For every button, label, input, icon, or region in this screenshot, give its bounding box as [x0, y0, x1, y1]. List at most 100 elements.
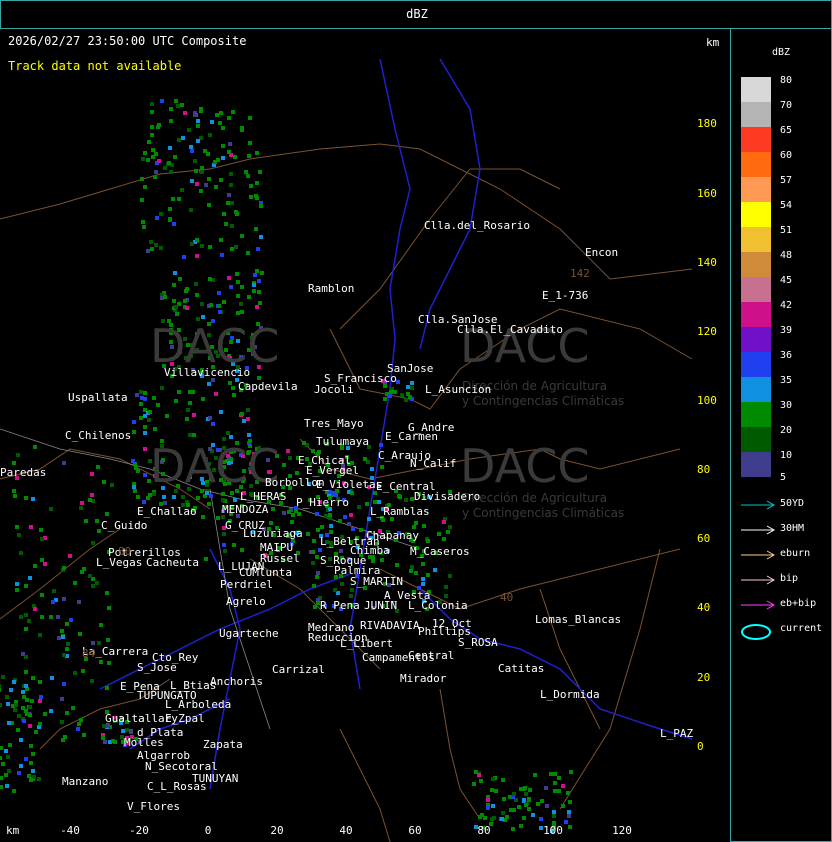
place-label: S_Jose	[137, 661, 177, 674]
place-label: L_Dormida	[540, 688, 600, 701]
place-label: Ramblon	[308, 282, 355, 295]
place-label: Anchoris	[210, 675, 263, 688]
legend-level-label: 35	[780, 375, 793, 386]
watermark-subtitle: Dirección de Agricultura	[462, 491, 607, 505]
watermark-subtitle: y Contingencias Climáticas	[462, 506, 625, 520]
watermark-logo: DACC	[460, 439, 590, 493]
track-arrow-icon	[741, 575, 776, 585]
place-label: Divisadero	[414, 490, 481, 503]
place-label: RIVADAVIA	[360, 619, 420, 632]
legend-swatch	[741, 252, 771, 277]
legend-level-label: 51	[780, 225, 793, 236]
y-tick-label: 60	[697, 532, 711, 545]
place-label: L_HERAS	[240, 490, 287, 503]
place-label: Mirador	[400, 672, 447, 685]
current-ellipse-icon	[741, 624, 771, 640]
legend-swatch	[741, 377, 771, 402]
legend-swatch	[741, 427, 771, 452]
legend-level-label: 42	[780, 300, 793, 311]
place-label: Catitas	[498, 662, 545, 675]
place-label: Tulumaya	[316, 435, 369, 448]
place-label: Encon	[585, 246, 619, 259]
place-label: 142	[570, 267, 590, 280]
legend-track-label: 50YD	[780, 498, 805, 509]
x-tick-label: -20	[129, 824, 149, 837]
y-tick-label: 80	[697, 463, 711, 476]
place-label: Jocoli	[314, 383, 354, 396]
place-label: Russel	[260, 552, 300, 565]
legend-swatch	[741, 152, 771, 177]
legend-swatch	[741, 277, 771, 302]
place-label: E_Violetas	[316, 478, 383, 491]
legend-track-label: current	[780, 623, 823, 634]
place-label: Central	[408, 649, 455, 662]
legend-swatch	[741, 202, 771, 227]
x-tick-label: 40	[339, 824, 353, 837]
place-label: N_Calif	[410, 457, 457, 470]
place-label: Uspallata	[68, 391, 128, 404]
legend-level-label: 48	[780, 250, 793, 261]
place-label: Tres_Mayo	[304, 417, 364, 430]
place-label: L_Colonia	[408, 599, 468, 612]
legend-swatch	[741, 227, 771, 252]
place-label: MENDOZA	[222, 503, 269, 516]
legend-level-label: 57	[780, 175, 793, 186]
watermark-logo: DACC	[150, 319, 280, 373]
place-label: C_Guido	[101, 519, 148, 532]
place-label: Perdriel	[220, 578, 273, 591]
place-label: V_Flores	[127, 800, 180, 813]
place-label: Zapata	[203, 738, 243, 751]
x-tick-label: 0	[204, 824, 212, 837]
place-label: L_Ramblas	[370, 505, 430, 518]
place-label: Carrizal	[272, 663, 325, 676]
legend-level-label: 80	[780, 75, 793, 86]
track-arrow-icon	[741, 500, 776, 510]
place-label: Capdevila	[238, 380, 298, 393]
y-tick-label: 160	[697, 187, 717, 200]
y-tick-label: 20	[697, 671, 711, 684]
place-label: Manzano	[62, 775, 109, 788]
y-axis-unit: km	[706, 36, 720, 49]
place-label: 80	[118, 545, 132, 558]
window-title: dBZ	[406, 7, 428, 21]
x-tick-label: -40	[60, 824, 80, 837]
radar-map-area[interactable]: 2026/02/27 23:50:00 UTC Composite Track …	[0, 29, 731, 842]
place-label: E_Carmen	[385, 430, 438, 443]
track-arrow-icon	[741, 525, 776, 535]
place-label: L_Asuncion	[425, 383, 492, 396]
place-label: S_MARTIN	[350, 575, 403, 588]
legend-track-label: 30HM	[780, 523, 805, 534]
place-label: SanJose	[387, 362, 434, 375]
x-axis-unit: km	[6, 824, 20, 837]
legend-level-label: 10	[780, 450, 793, 461]
y-tick-label: 120	[697, 325, 717, 338]
legend-level-label: 39	[780, 325, 793, 336]
legend-swatch	[741, 77, 771, 102]
place-label: E_Zpal	[165, 712, 205, 725]
legend-level-label: 36	[780, 350, 793, 361]
legend-level-label: 65	[780, 125, 793, 136]
place-label: L_PAZ	[660, 727, 694, 740]
legend-swatch	[741, 402, 771, 427]
track-arrow-icon	[741, 550, 776, 560]
place-label: Villavicencio	[164, 366, 251, 379]
legend-level-label: 20	[780, 425, 793, 436]
place-label: Luzuriaga	[243, 527, 303, 540]
place-label: Lomas_Blancas	[535, 613, 622, 626]
legend-level-label: 5	[780, 472, 787, 483]
x-tick-label: 120	[612, 824, 632, 837]
place-label: C_Chilenos	[65, 429, 132, 442]
legend-track-label: eburn	[780, 548, 811, 559]
legend-level-label: 54	[780, 200, 793, 211]
legend-swatch	[741, 127, 771, 152]
place-label: Molles	[124, 736, 164, 749]
timestamp: 2026/02/27 23:50:00 UTC Composite	[8, 34, 247, 48]
track-status: Track data not available	[8, 59, 182, 73]
place-label: P_Hierro	[296, 496, 349, 509]
watermark-subtitle: y Contingencias Climáticas	[462, 394, 625, 408]
legend-level-label: 60	[780, 150, 793, 161]
place-label: L_Arboleda	[165, 698, 232, 711]
track-arrow-icon	[741, 600, 776, 610]
x-tick-label: 20	[270, 824, 284, 837]
y-tick-label: 180	[697, 117, 717, 130]
